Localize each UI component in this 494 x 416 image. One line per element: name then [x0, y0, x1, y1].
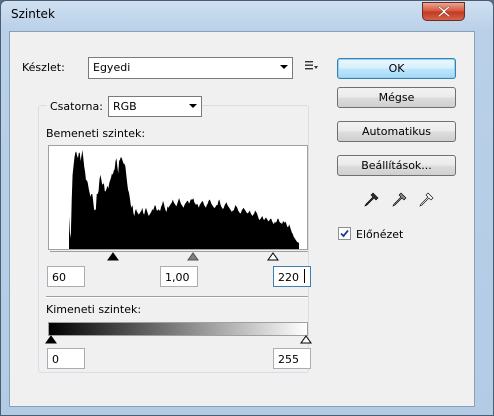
- output-white-field[interactable]: 255: [273, 348, 311, 369]
- output-black-slider: [45, 335, 57, 344]
- output-black-field[interactable]: 0: [47, 348, 85, 369]
- channel-select[interactable]: RGB: [108, 96, 202, 117]
- text-cursor: [304, 269, 305, 283]
- input-gamma-slider: [187, 252, 199, 261]
- output-slider-track[interactable]: [45, 335, 313, 345]
- close-icon: [438, 6, 450, 17]
- chevron-down-icon: [280, 65, 288, 69]
- input-slider-track[interactable]: [48, 251, 310, 263]
- preset-select[interactable]: Egyedi: [88, 57, 293, 79]
- cancel-button[interactable]: Mégse: [337, 87, 456, 108]
- histogram-frame: [48, 145, 308, 250]
- output-white-slider: [300, 335, 312, 344]
- gray-eyedropper-icon[interactable]: [391, 192, 407, 208]
- output-gradient: [48, 322, 308, 336]
- white-eyedropper-icon[interactable]: [418, 192, 434, 208]
- chevron-down-icon: [189, 104, 197, 108]
- dialog-body: Készlet: Egyedi Csatorna: RGB Bemeneti s…: [9, 31, 475, 407]
- preview-checkbox[interactable]: [338, 227, 351, 240]
- separator: [46, 296, 308, 298]
- histogram: [69, 150, 299, 249]
- levels-dialog: Szintek Készlet: Egyedi Csatorna: RGB Be…: [0, 0, 494, 416]
- input-black-value: 60: [52, 271, 66, 284]
- ok-button[interactable]: OK: [337, 58, 456, 79]
- title-bar[interactable]: Szintek: [1, 1, 493, 29]
- preview-label[interactable]: Előnézet: [356, 228, 403, 241]
- input-black-slider: [107, 252, 119, 261]
- output-white-value: 255: [278, 353, 299, 366]
- auto-button[interactable]: Automatikus: [337, 121, 456, 142]
- preset-menu-icon[interactable]: [305, 60, 319, 72]
- options-button[interactable]: Beállítások...: [337, 155, 456, 176]
- channel-value: RGB: [113, 100, 137, 113]
- input-gamma-field[interactable]: 1,00: [160, 266, 198, 287]
- output-black-value: 0: [52, 353, 59, 366]
- preset-value: Egyedi: [93, 61, 131, 74]
- window-title: Szintek: [11, 7, 55, 21]
- black-eyedropper-icon[interactable]: [363, 192, 379, 208]
- channel-label: Csatorna:: [50, 100, 103, 113]
- close-button[interactable]: [422, 2, 465, 21]
- histogram-area: [69, 150, 299, 249]
- input-white-slider: [267, 252, 279, 261]
- checkmark-icon: [340, 229, 349, 238]
- input-white-field[interactable]: 220: [273, 266, 311, 287]
- input-white-value: 220: [278, 271, 299, 284]
- input-levels-label: Bemeneti szintek:: [46, 127, 146, 140]
- output-levels-label: Kimeneti szintek:: [46, 303, 142, 316]
- preset-label: Készlet:: [22, 61, 65, 74]
- input-gamma-value: 1,00: [165, 271, 190, 284]
- input-black-field[interactable]: 60: [47, 266, 85, 287]
